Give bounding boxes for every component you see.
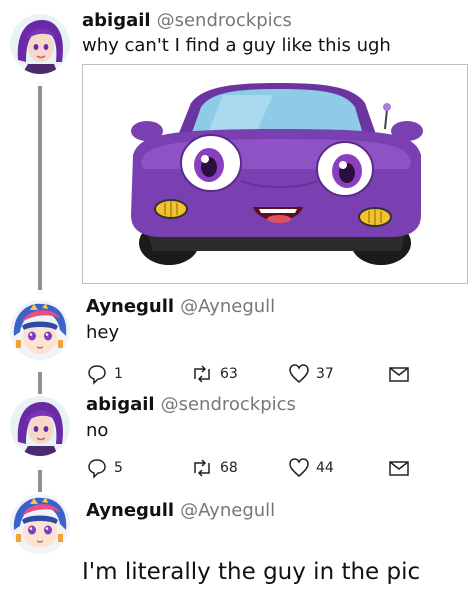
retweet-icon: [194, 365, 210, 383]
tweet-text: I'm literally the guy in the pic: [82, 559, 421, 585]
like-count: 37: [316, 366, 334, 382]
tweet-image[interactable]: [82, 64, 468, 284]
aynegull-avatar-icon[interactable]: [10, 300, 70, 360]
tweet-header: Aynegull @Aynegull: [86, 500, 275, 522]
thread-line: [38, 470, 42, 492]
heart-icon: [289, 364, 309, 383]
heart-icon: [289, 458, 309, 477]
tweet-text: no: [86, 420, 109, 441]
tweet-actions: 1 63 37: [86, 362, 416, 386]
like-button[interactable]: 44: [288, 456, 334, 480]
message-button[interactable]: [388, 456, 410, 480]
retweet-button[interactable]: 63: [190, 362, 238, 386]
reply-icon: [88, 365, 106, 385]
retweet-icon: [194, 459, 210, 477]
author-name[interactable]: abigail: [82, 10, 151, 31]
reply-button[interactable]: 5: [86, 456, 123, 480]
like-button[interactable]: 37: [288, 362, 334, 386]
author-handle[interactable]: @Aynegull: [180, 296, 275, 317]
tweet-header: abigail @sendrockpics: [86, 394, 296, 416]
reply-icon: [88, 459, 106, 479]
author-name[interactable]: Aynegull: [86, 296, 174, 317]
like-count: 44: [316, 460, 334, 476]
reply-count: 1: [114, 366, 123, 382]
author-name[interactable]: Aynegull: [86, 500, 174, 521]
aynegull-avatar-icon[interactable]: [10, 494, 70, 554]
thread-line: [38, 372, 42, 394]
retweet-button[interactable]: 68: [190, 456, 238, 480]
abigail-avatar-icon[interactable]: [10, 14, 70, 74]
retweet-count: 68: [220, 460, 238, 476]
author-handle[interactable]: @Aynegull: [180, 500, 275, 521]
reply-count: 5: [114, 460, 123, 476]
reply-button[interactable]: 1: [86, 362, 123, 386]
retweet-count: 63: [220, 366, 238, 382]
message-button[interactable]: [388, 362, 410, 386]
tweet-header: abigail @sendrockpics: [82, 10, 292, 32]
car-image: [131, 83, 423, 265]
abigail-avatar-icon[interactable]: [10, 396, 70, 456]
tweet-text: why can't I find a guy like this ugh: [82, 35, 391, 56]
envelope-icon: [389, 461, 409, 476]
tweet-actions: 5 68 44: [86, 456, 416, 480]
tweet-text: hey: [86, 322, 120, 343]
envelope-icon: [389, 367, 409, 382]
author-name[interactable]: abigail: [86, 394, 155, 415]
thread-line: [38, 86, 42, 290]
tweet-header: Aynegull @Aynegull: [86, 296, 275, 318]
author-handle[interactable]: @sendrockpics: [157, 10, 292, 31]
author-handle[interactable]: @sendrockpics: [161, 394, 296, 415]
